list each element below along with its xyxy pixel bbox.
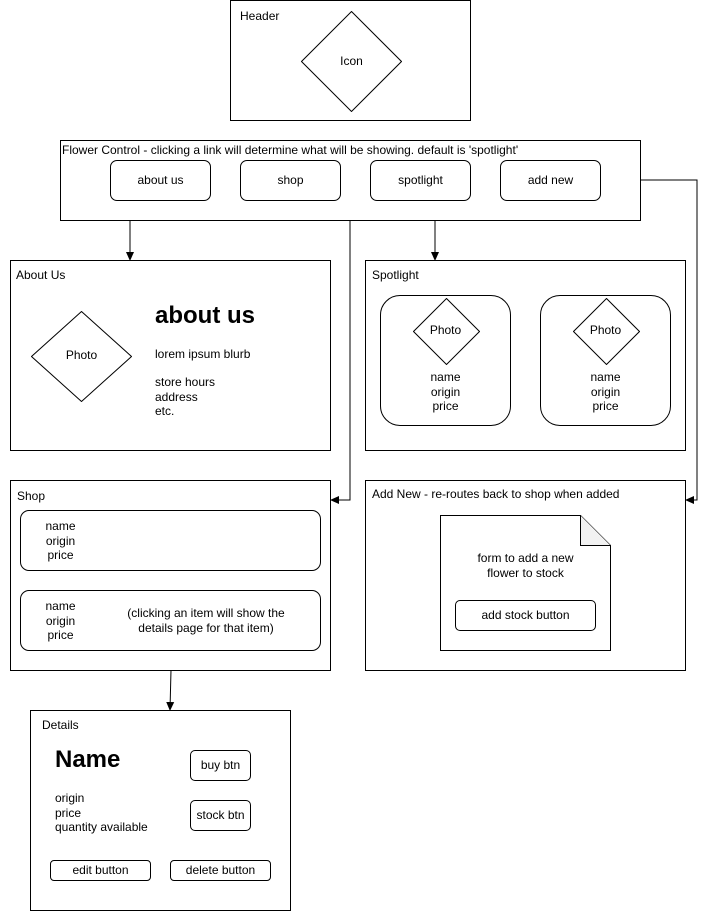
add-new-link[interactable]: add new — [500, 160, 601, 201]
form-line: flower to stock — [487, 565, 564, 580]
shop-link-label: shop — [277, 173, 304, 187]
details-origin: origin — [55, 791, 85, 805]
shop-item-info: name origin price — [38, 599, 83, 643]
shop-title: Shop — [17, 489, 46, 503]
arrow-shop-to-details — [166, 669, 175, 711]
info-address: address — [155, 389, 198, 404]
about-us-info: store hours address etc. — [155, 375, 215, 419]
item-origin: origin — [45, 613, 76, 628]
icon-label: Icon — [340, 54, 363, 68]
spotlight-link[interactable]: spotlight — [370, 160, 471, 201]
form-description: form to add a new flower to stock — [440, 551, 611, 580]
header-title: Header — [240, 9, 280, 23]
card-name: name — [430, 370, 461, 384]
spotlight-card-info: name origin price — [381, 370, 510, 414]
item-origin: origin — [45, 533, 76, 548]
card-origin: origin — [590, 384, 621, 399]
item-price: price — [47, 548, 74, 562]
shop-note-line: details page for that item) — [138, 620, 274, 635]
form-line: form to add a new — [477, 551, 574, 565]
about-us-link-label: about us — [137, 173, 184, 187]
about-us-title: About Us — [16, 268, 66, 282]
shop-item[interactable]: name origin price (clicking an item will… — [20, 590, 321, 651]
spotlight-card-info: name origin price — [541, 370, 670, 414]
item-name: name — [45, 519, 76, 533]
details-quantity: quantity available — [55, 820, 148, 834]
header-box: Header Icon — [230, 0, 471, 121]
shop-item[interactable]: name origin price — [20, 510, 321, 571]
details-info: origin price quantity available — [55, 791, 148, 835]
details-title: Details — [42, 718, 79, 732]
spotlight-photo-label: Photo — [589, 323, 622, 337]
about-us-blurb: lorem ipsum blurb — [155, 347, 251, 361]
details-price: price — [55, 805, 82, 820]
about-photo-label: Photo — [65, 348, 98, 362]
spotlight-link-label: spotlight — [398, 173, 443, 187]
buy-button-label: buy btn — [200, 758, 241, 772]
about-us-section: About Us Photo about us lorem ipsum blur… — [10, 260, 331, 451]
spotlight-photo-label: Photo — [429, 323, 462, 337]
shop-note: (clicking an item will show the details … — [116, 606, 296, 635]
about-us-link[interactable]: about us — [110, 160, 211, 201]
shop-link[interactable]: shop — [240, 160, 341, 201]
add-new-link-label: add new — [527, 173, 574, 187]
add-stock-button-label: add stock button — [481, 608, 570, 622]
card-origin: origin — [430, 384, 461, 399]
item-price: price — [47, 628, 74, 642]
add-new-title: Add New - re-routes back to shop when ad… — [372, 487, 620, 501]
delete-button-label: delete button — [185, 863, 256, 877]
card-price: price — [432, 399, 459, 413]
flower-control-title: Flower Control - clicking a link will de… — [62, 143, 519, 157]
card-price: price — [592, 399, 619, 413]
spotlight-title: Spotlight — [372, 268, 419, 282]
buy-button[interactable]: buy btn — [190, 750, 251, 781]
card-name: name — [590, 370, 621, 384]
shop-note-line: (clicking an item will show the — [127, 606, 285, 620]
spotlight-card[interactable]: Photo name origin price — [380, 295, 511, 426]
delete-button[interactable]: delete button — [170, 860, 271, 881]
edit-button[interactable]: edit button — [50, 860, 151, 881]
add-stock-button[interactable]: add stock button — [455, 600, 596, 631]
stock-button-label: stock btn — [196, 808, 245, 822]
stock-button[interactable]: stock btn — [190, 800, 251, 831]
details-name-heading: Name — [55, 746, 121, 773]
info-store-hours: store hours — [155, 375, 216, 389]
shop-item-info: name origin price — [38, 519, 83, 563]
wireframe-diagram: { "header": { "title": "Header", "icon_l… — [0, 0, 709, 911]
arrow-shop-to-section — [330, 179, 351, 504]
spotlight-card[interactable]: Photo name origin price — [540, 295, 671, 426]
about-us-heading: about us — [155, 302, 255, 329]
item-name: name — [45, 599, 76, 613]
info-etc: etc. — [155, 404, 175, 418]
edit-button-label: edit button — [72, 863, 129, 877]
